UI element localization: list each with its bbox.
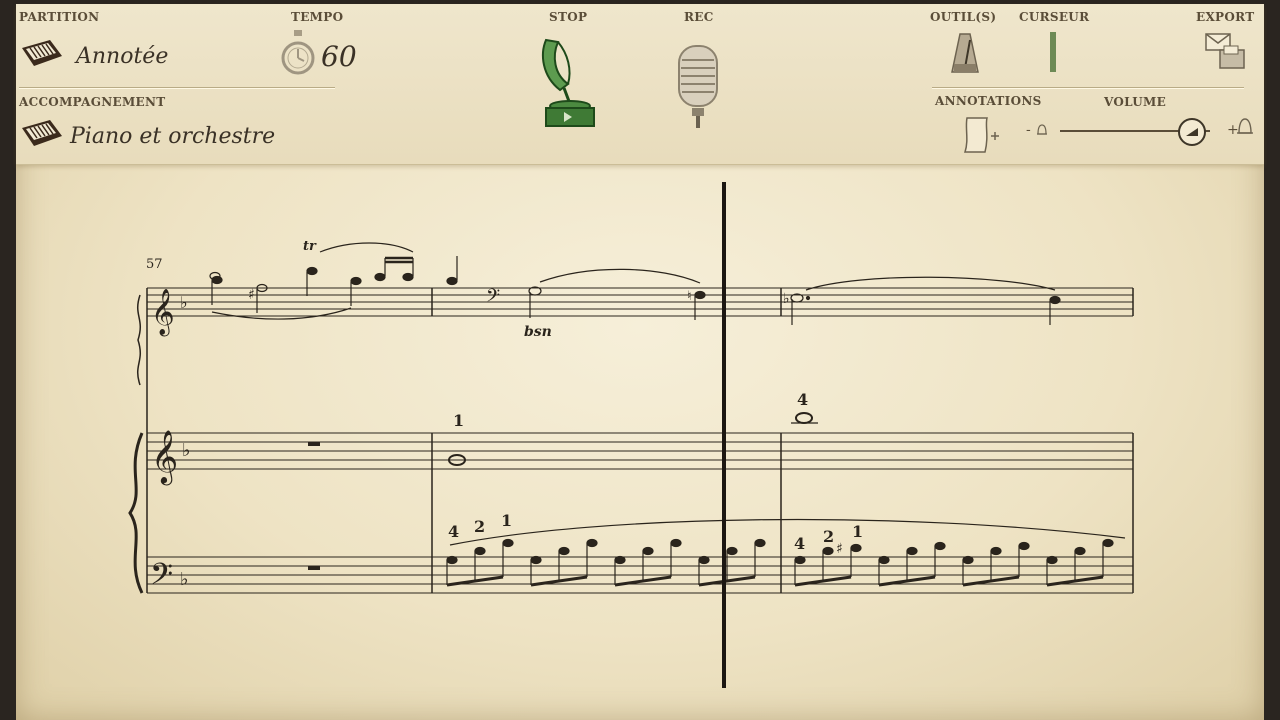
treble-clef-icon: 𝄞 (151, 289, 175, 337)
sharp-icon: ♯ (248, 287, 255, 303)
fingering-1: 1 (453, 411, 464, 430)
bass-note (1074, 546, 1086, 556)
bass-note (850, 543, 862, 553)
bass-note (906, 546, 918, 556)
bass-note (1018, 541, 1030, 551)
flat-icon: ♭ (180, 293, 188, 312)
fingering-3: 4 (448, 522, 459, 541)
bass-note (558, 546, 570, 556)
bass-note (822, 546, 834, 556)
bass-note (698, 555, 710, 565)
fingering-6: 4 (794, 534, 805, 553)
bass-note (642, 546, 654, 556)
whole-note-2 (795, 412, 813, 424)
bass-note (446, 555, 458, 565)
bass-note (614, 555, 626, 565)
whole-rest (308, 442, 320, 446)
fingering-2: 4 (797, 390, 808, 409)
bass-note (754, 538, 766, 548)
playback-cursor (722, 182, 726, 688)
bass-note (990, 546, 1002, 556)
bass-clef-icon: 𝄢 (150, 558, 173, 599)
paper-top-edge (0, 0, 1280, 3)
flat-icon-piano: ♭ (182, 440, 191, 461)
bass-note (502, 538, 514, 548)
bass-note (530, 555, 542, 565)
bass-note (878, 555, 890, 565)
fingering-7: 2 (823, 527, 834, 546)
bass-note (726, 546, 738, 556)
trill-mark: tr (303, 239, 317, 254)
flat-icon-bass: ♭ (180, 569, 189, 590)
fingering-5: 1 (501, 511, 512, 530)
bass-note (962, 555, 974, 565)
fingering-8: 1 (852, 522, 863, 541)
bass-clef-small-icon: 𝄢 (486, 286, 500, 311)
fingering-4: 2 (474, 517, 485, 536)
sheet-music: 57 𝄞 ♭ 𝄞 ♭ 𝄢 ♭ ♯ tr � (128, 182, 1134, 688)
bass-note (794, 555, 806, 565)
bass-note (670, 538, 682, 548)
bass-note (586, 538, 598, 548)
bass-note (1046, 555, 1058, 565)
flat-note-icon: ♭ (783, 291, 790, 307)
app-surface: PARTITION Annotée ACCOMPAGNEMENT Piano e… (16, 4, 1264, 720)
bass-note (934, 541, 946, 551)
whole-rest-bass (308, 566, 320, 570)
sharp-icon-bass: ♯ (836, 541, 843, 557)
brace-top (136, 294, 142, 386)
bass-note (474, 546, 486, 556)
piano-brace (128, 432, 144, 594)
instrument-marking: bsn (524, 324, 552, 340)
treble-clef-icon-piano: 𝄞 (151, 429, 178, 485)
bass-note (1102, 538, 1114, 548)
measure-number: 57 (146, 257, 163, 272)
natural-icon: ♮ (687, 289, 692, 304)
